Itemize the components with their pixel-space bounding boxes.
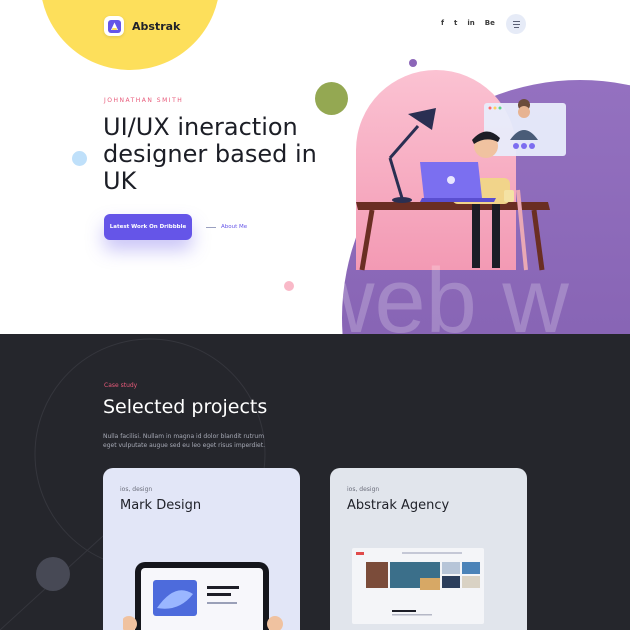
- section-description: Nulla facilisi. Nullam in magna id dolor…: [103, 433, 265, 449]
- project-card-abstrak-agency[interactable]: ios, design Abstrak Agency: [330, 468, 527, 630]
- hero-section: Abstrak f t in Be JOHNATHAN SMITH UI/UX …: [0, 0, 630, 334]
- social-links: f t in Be: [441, 19, 495, 27]
- hamburger-icon: [512, 20, 520, 22]
- facebook-icon[interactable]: f: [441, 19, 444, 27]
- brand-logo[interactable]: Abstrak: [104, 16, 180, 36]
- menu-button[interactable]: [506, 14, 526, 34]
- line-decoration: [206, 226, 216, 228]
- about-me-label: About Me: [221, 224, 248, 230]
- project-title: Mark Design: [120, 498, 202, 513]
- purple-dot-decoration: [409, 59, 417, 67]
- hero-illustration: web w: [307, 70, 630, 334]
- tablet-mockup-image: [123, 562, 283, 630]
- project-tag: ios, design: [347, 486, 380, 493]
- blue-dot-decoration: [72, 151, 87, 166]
- background-lines-decoration: [0, 338, 266, 630]
- project-card-mark-design[interactable]: ios, design Mark Design: [103, 468, 300, 630]
- project-tag: ios, design: [120, 486, 153, 493]
- logo-icon: [104, 16, 124, 36]
- projects-section: Case study Selected projects Nulla facil…: [0, 334, 630, 630]
- behance-icon[interactable]: Be: [485, 19, 495, 27]
- website-mockup-image: [352, 548, 484, 624]
- hero-watermark: web w: [307, 250, 569, 334]
- project-title: Abstrak Agency: [347, 498, 450, 513]
- dribbble-cta-button[interactable]: Latest Work On Dribbble: [104, 214, 192, 240]
- about-me-link[interactable]: About Me: [206, 224, 247, 230]
- twitter-icon[interactable]: t: [454, 19, 457, 27]
- brand-name: Abstrak: [132, 19, 181, 33]
- page: Abstrak f t in Be JOHNATHAN SMITH UI/UX …: [0, 0, 630, 630]
- section-title: Selected projects: [103, 396, 268, 418]
- case-study-label: Case study: [104, 382, 138, 389]
- linkedin-icon[interactable]: in: [467, 19, 474, 27]
- hero-eyebrow: JOHNATHAN SMITH: [104, 97, 184, 104]
